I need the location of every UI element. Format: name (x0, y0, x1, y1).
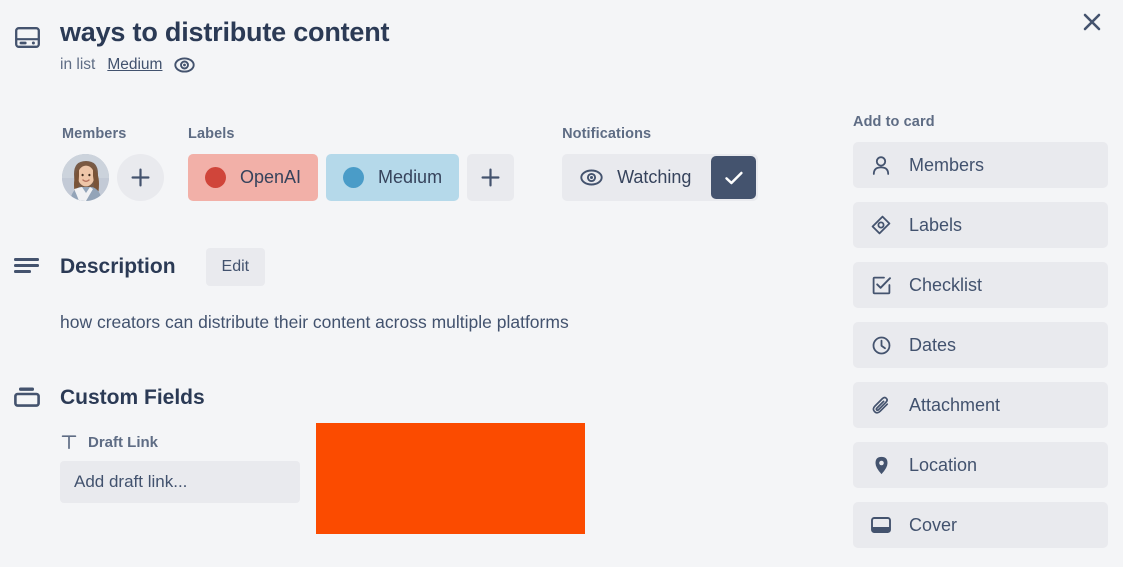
add-member-button[interactable] (117, 154, 164, 201)
card-icon (14, 24, 40, 50)
orange-block (316, 423, 585, 534)
checklist-icon (871, 275, 891, 295)
add-label-button[interactable] (467, 154, 515, 201)
label-color-dot (343, 167, 365, 188)
page-title: ways to distribute content (60, 17, 390, 47)
labels-block: Labels OpenAI Medium (188, 126, 515, 201)
watching-toggle-button[interactable] (711, 156, 757, 199)
custom-field-label: Draft Link (88, 433, 159, 451)
sidebar-heading: Add to card (853, 114, 935, 130)
sidebar-item-label: Labels (909, 214, 963, 235)
cover-icon (871, 515, 891, 535)
watching-eye-icon[interactable] (174, 57, 196, 73)
card-header: ways to distribute content in list Mediu… (14, 16, 834, 74)
notifications-heading: Notifications (562, 126, 652, 142)
card-meta-strip: Members Labels OpenAI Medium Notificatio… (62, 126, 759, 201)
members-heading: Members (62, 126, 127, 142)
label-name: Medium (378, 167, 443, 187)
sidebar-item-label: Dates (909, 334, 957, 355)
person-icon (871, 155, 891, 175)
custom-fields-icon (14, 385, 40, 411)
sidebar-item-labels[interactable]: Labels (853, 202, 1108, 248)
watching-button[interactable]: Watching (562, 154, 759, 201)
custom-fields-section: Custom Fields Draft Link (14, 385, 300, 503)
sidebar-item-checklist[interactable]: Checklist (853, 262, 1108, 308)
sidebar-item-label: Checklist (909, 274, 983, 295)
sidebar-item-label: Members (909, 154, 985, 175)
label-chip-medium[interactable]: Medium (326, 154, 460, 201)
plus-icon (481, 168, 500, 187)
check-icon (725, 171, 743, 184)
plus-icon (131, 168, 150, 187)
draft-link-input[interactable] (60, 461, 300, 503)
description-section: Description Edit how creators can distri… (14, 248, 569, 335)
eye-icon (580, 169, 603, 186)
paperclip-icon (871, 395, 891, 415)
watching-label: Watching (617, 167, 692, 187)
member-avatar-image (62, 154, 109, 201)
tag-icon (871, 215, 891, 235)
sidebar-item-label: Attachment (909, 394, 1001, 415)
clock-icon (871, 335, 891, 355)
notifications-block: Notifications Watching (562, 126, 759, 201)
sidebar-item-attachment[interactable]: Attachment (853, 382, 1108, 428)
sidebar-item-label: Location (909, 454, 978, 475)
label-color-dot (205, 167, 226, 188)
text-field-icon (60, 433, 78, 451)
description-lines-icon (14, 254, 40, 280)
sidebar-item-cover[interactable]: Cover (853, 502, 1108, 548)
label-name: OpenAI (240, 167, 302, 187)
add-to-card-sidebar: Add to card Members Labels Checklist Dat… (853, 114, 1108, 562)
labels-heading: Labels (188, 126, 235, 142)
custom-field-draft-link: Draft Link (60, 433, 300, 503)
avatar[interactable] (62, 154, 109, 201)
custom-fields-title: Custom Fields (60, 386, 205, 409)
in-list-prefix: in list (60, 56, 96, 73)
description-title: Description (60, 255, 176, 278)
sidebar-item-label: Cover (909, 514, 958, 535)
location-pin-icon (871, 455, 891, 475)
close-button[interactable] (1075, 5, 1109, 39)
close-icon (1083, 13, 1101, 31)
members-block: Members (62, 126, 164, 201)
sidebar-item-dates[interactable]: Dates (853, 322, 1108, 368)
sidebar-item-members[interactable]: Members (853, 142, 1108, 188)
sidebar-item-location[interactable]: Location (853, 442, 1108, 488)
list-name-link[interactable]: Medium (107, 56, 162, 74)
edit-description-button[interactable]: Edit (205, 248, 266, 286)
description-body: how creators can distribute their conten… (60, 312, 569, 332)
breadcrumb: in list Medium (60, 56, 834, 74)
label-chip-openai[interactable]: OpenAI (188, 154, 319, 201)
card-detail-modal: ways to distribute content in list Mediu… (0, 0, 1123, 567)
